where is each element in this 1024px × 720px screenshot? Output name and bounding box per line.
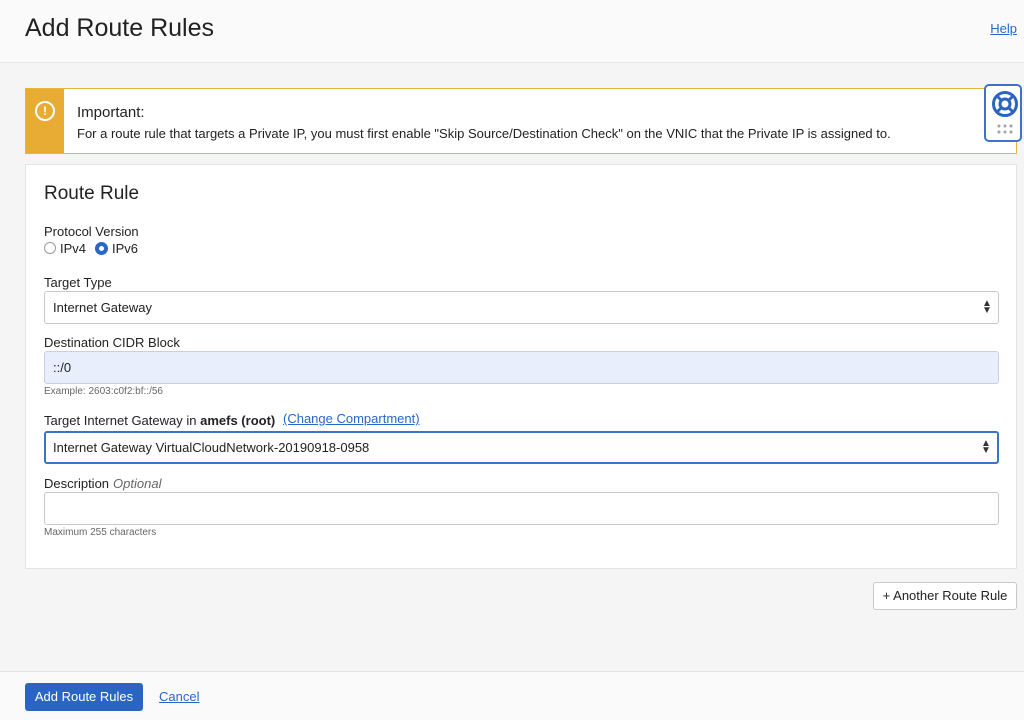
ipv6-radio-label[interactable]: IPv6 xyxy=(112,241,138,256)
change-compartment-link[interactable]: (Change Compartment) xyxy=(283,411,420,426)
protocol-version-label: Protocol Version xyxy=(44,224,139,239)
destination-cidr-hint: Example: 2603:c0f2:bf::/56 xyxy=(44,386,163,397)
route-rule-title: Route Rule xyxy=(44,183,140,204)
target-gateway-select[interactable]: Internet Gateway VirtualCloudNetwork-201… xyxy=(44,431,999,464)
page-header: Add Route Rules Help xyxy=(0,0,1024,63)
route-rule-card: Route Rule Protocol Version IPv4 IPv6 Ta… xyxy=(25,164,1017,569)
target-gateway-value: Internet Gateway VirtualCloudNetwork-201… xyxy=(53,440,370,455)
footer-bar: Add Route Rules Cancel xyxy=(0,671,1024,720)
chevron-up-down-icon: ▲ ▼ xyxy=(981,438,991,456)
target-gateway-label: Target Internet Gateway in amefs (root) xyxy=(44,413,275,428)
target-type-select[interactable]: Internet Gateway ▲ ▼ xyxy=(44,291,999,324)
help-widget[interactable] xyxy=(984,84,1022,142)
target-gateway-label-prefix: Target Internet Gateway in xyxy=(44,413,197,428)
lifebuoy-icon xyxy=(992,91,1018,117)
description-label-text: Description xyxy=(44,476,110,491)
optional-tag: Optional xyxy=(113,476,162,491)
compartment-name: amefs (root) xyxy=(200,413,276,428)
chevron-up-down-icon: ▲ ▼ xyxy=(982,298,992,316)
ipv6-radio[interactable] xyxy=(95,241,109,255)
description-label: Description Optional xyxy=(44,476,161,491)
target-type-label: Target Type xyxy=(44,275,112,290)
another-route-rule-button[interactable]: + Another Route Rule xyxy=(873,582,1017,610)
add-route-rules-button[interactable]: Add Route Rules xyxy=(25,683,143,711)
description-hint: Maximum 255 characters xyxy=(44,527,157,538)
alert-strip: ! xyxy=(26,89,64,153)
cancel-link[interactable]: Cancel xyxy=(159,689,199,704)
help-link[interactable]: Help xyxy=(990,21,1017,36)
ipv4-radio[interactable] xyxy=(44,242,56,254)
destination-cidr-input[interactable]: ::/0 xyxy=(44,351,999,384)
alert-message: For a route rule that targets a Private … xyxy=(77,126,891,141)
exclamation-icon: ! xyxy=(35,101,55,121)
page-title: Add Route Rules xyxy=(25,14,215,42)
protocol-version-radios: IPv4 IPv6 xyxy=(44,240,147,256)
destination-cidr-value: ::/0 xyxy=(53,360,72,375)
ipv4-radio-label[interactable]: IPv4 xyxy=(60,241,86,256)
target-type-value: Internet Gateway xyxy=(53,300,152,315)
description-input[interactable] xyxy=(44,492,999,525)
destination-cidr-label: Destination CIDR Block xyxy=(44,335,180,350)
important-alert: ! Important: For a route rule that targe… xyxy=(25,88,1017,154)
drag-handle-icon[interactable] xyxy=(996,123,1014,135)
alert-title: Important: xyxy=(77,104,145,121)
